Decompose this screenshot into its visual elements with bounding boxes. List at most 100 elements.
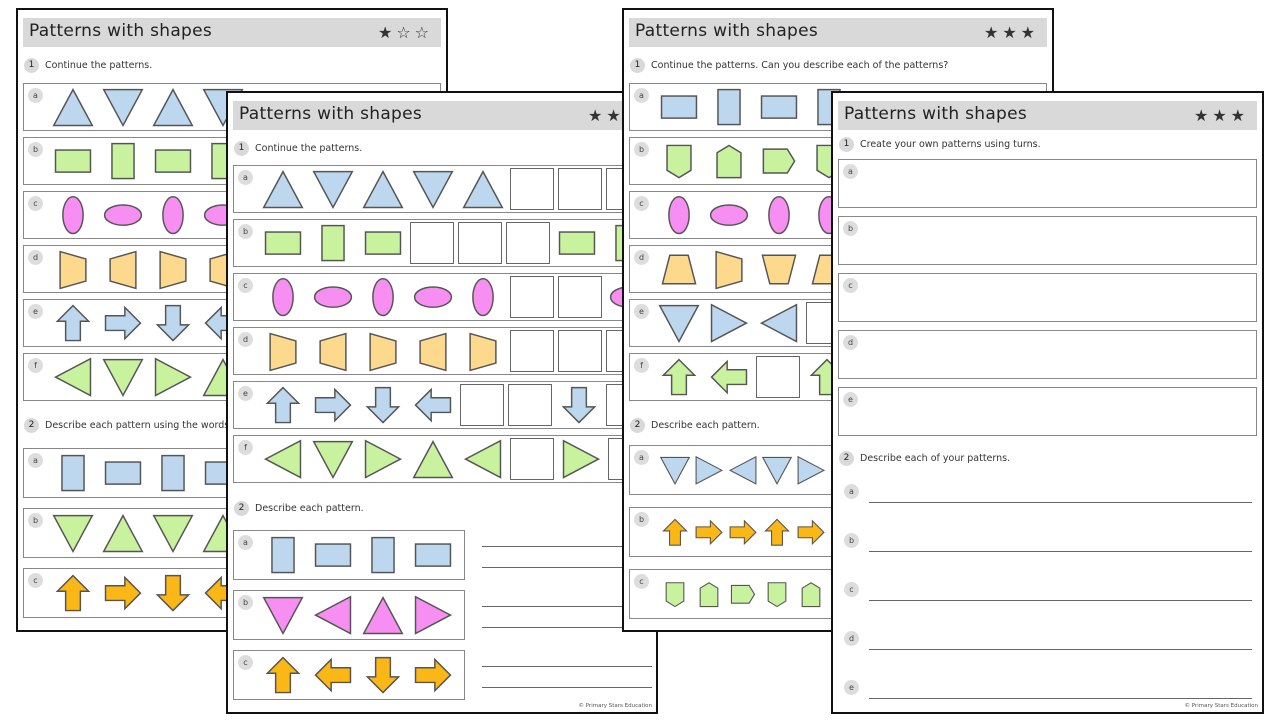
tri-down-shape-icon <box>312 440 354 479</box>
pattern-items <box>258 166 650 212</box>
pattern-items <box>658 508 828 556</box>
rect-h-shape-icon <box>364 231 402 255</box>
answer-box[interactable] <box>756 356 800 398</box>
answer-box[interactable] <box>510 330 554 372</box>
answer-box[interactable] <box>460 384 504 426</box>
answer-box[interactable] <box>510 438 554 480</box>
pattern-row: c <box>233 650 465 700</box>
drawing-box[interactable]: c <box>838 273 1257 322</box>
rect-h-shape-icon <box>414 543 452 567</box>
trap-up-shape-icon <box>661 254 697 285</box>
pattern-items <box>258 591 458 639</box>
question-number: 2 <box>839 450 854 466</box>
star-outline-icon: ☆ <box>414 23 433 42</box>
tri-down-shape-icon <box>659 456 691 485</box>
pattern-items <box>258 436 650 482</box>
pattern-shape <box>148 301 198 345</box>
row-label: d <box>843 335 858 350</box>
drawing-box[interactable]: e <box>838 387 1257 436</box>
pattern-shape <box>408 653 458 697</box>
pent-right-shape-icon <box>730 584 756 604</box>
pattern-shape <box>556 437 606 481</box>
question-text: Describe each of your patterns. <box>860 452 1011 464</box>
answer-line[interactable] <box>482 666 652 667</box>
ell-h-shape-icon <box>413 286 453 308</box>
star-filled-icon: ★ <box>983 23 1003 42</box>
arrow-right-shape-icon <box>729 519 757 545</box>
worksheet-header: Patterns with shapes★★★ <box>233 101 651 130</box>
answer-box[interactable] <box>510 168 554 210</box>
answer-box[interactable] <box>458 222 502 264</box>
worksheet-title: Patterns with shapes <box>635 21 819 41</box>
answer-line[interactable] <box>869 649 1252 650</box>
arrow-right-shape-icon <box>314 387 352 423</box>
answer-line[interactable] <box>869 551 1252 552</box>
pattern-shape <box>754 139 804 183</box>
worksheet-title: Patterns with shapes <box>844 104 1028 124</box>
tri-down-shape-icon <box>412 170 454 209</box>
rect-h-shape-icon <box>104 461 142 485</box>
trap-l-shape-icon <box>59 250 87 290</box>
pattern-row: a <box>233 530 465 580</box>
ell-h-shape-icon <box>313 286 353 308</box>
row-label: b <box>238 595 253 610</box>
pattern-shape <box>654 247 704 291</box>
trap-r-shape-icon <box>419 332 447 372</box>
tri-down-shape-icon <box>102 358 144 397</box>
pattern-shape <box>692 578 726 611</box>
rect-h-shape-icon <box>558 231 596 255</box>
answer-box[interactable] <box>506 222 550 264</box>
pattern-shape <box>98 193 148 237</box>
question-number: 2 <box>24 417 39 433</box>
row-label: a <box>238 170 253 185</box>
answer-box[interactable] <box>510 276 554 318</box>
question-number: 1 <box>839 136 854 152</box>
drawing-box[interactable]: d <box>838 330 1257 379</box>
arrow-right-shape-icon <box>104 575 142 611</box>
row-label: b <box>634 142 649 157</box>
star-filled-icon: ★ <box>1230 106 1249 125</box>
pattern-row: c <box>233 273 651 321</box>
pattern-shape <box>458 275 508 319</box>
answer-line[interactable] <box>482 687 652 688</box>
pattern-row: b <box>233 590 465 640</box>
answer-box[interactable] <box>410 222 454 264</box>
pattern-shape <box>48 451 98 495</box>
pattern-row: b <box>233 219 651 267</box>
answer-box[interactable] <box>558 168 602 210</box>
answer-box[interactable] <box>558 276 602 318</box>
question-text: Create your own patterns using turns. <box>860 138 1041 150</box>
worksheet-header: Patterns with shapes ★☆☆ <box>23 18 441 47</box>
tri-right-shape-icon <box>695 455 724 485</box>
pattern-shape <box>408 533 458 577</box>
pattern-shape <box>98 85 148 129</box>
line-label: b <box>844 533 859 548</box>
answer-box[interactable] <box>508 384 552 426</box>
arrow-right-shape-icon <box>797 519 825 545</box>
arrow-up-shape-icon <box>661 358 697 396</box>
drawing-box[interactable]: b <box>838 216 1257 265</box>
pattern-shape <box>658 454 692 487</box>
answer-line[interactable] <box>869 502 1252 503</box>
rect-h-shape-icon <box>760 95 798 119</box>
ell-h-shape-icon <box>709 204 749 226</box>
pattern-shape <box>358 533 408 577</box>
row-label: e <box>238 386 253 401</box>
answer-line[interactable] <box>869 600 1252 601</box>
pattern-shape <box>258 653 308 697</box>
drawing-box[interactable]: a <box>838 159 1257 208</box>
arrow-right-shape-icon <box>414 657 452 693</box>
copyright-footer: © Primary Stars Education <box>578 703 652 709</box>
pattern-items <box>654 192 854 238</box>
pattern-shape <box>48 571 98 615</box>
row-label: b <box>28 513 43 528</box>
worksheet-title: Patterns with shapes <box>29 21 213 41</box>
answer-line[interactable] <box>869 698 1252 699</box>
pattern-items <box>48 84 248 130</box>
answer-box[interactable] <box>558 330 602 372</box>
line-label: e <box>844 680 859 695</box>
rect-h-shape-icon <box>54 149 92 173</box>
pattern-shape <box>692 516 726 549</box>
ell-v-shape-icon <box>768 195 790 235</box>
pattern-items <box>258 651 458 699</box>
